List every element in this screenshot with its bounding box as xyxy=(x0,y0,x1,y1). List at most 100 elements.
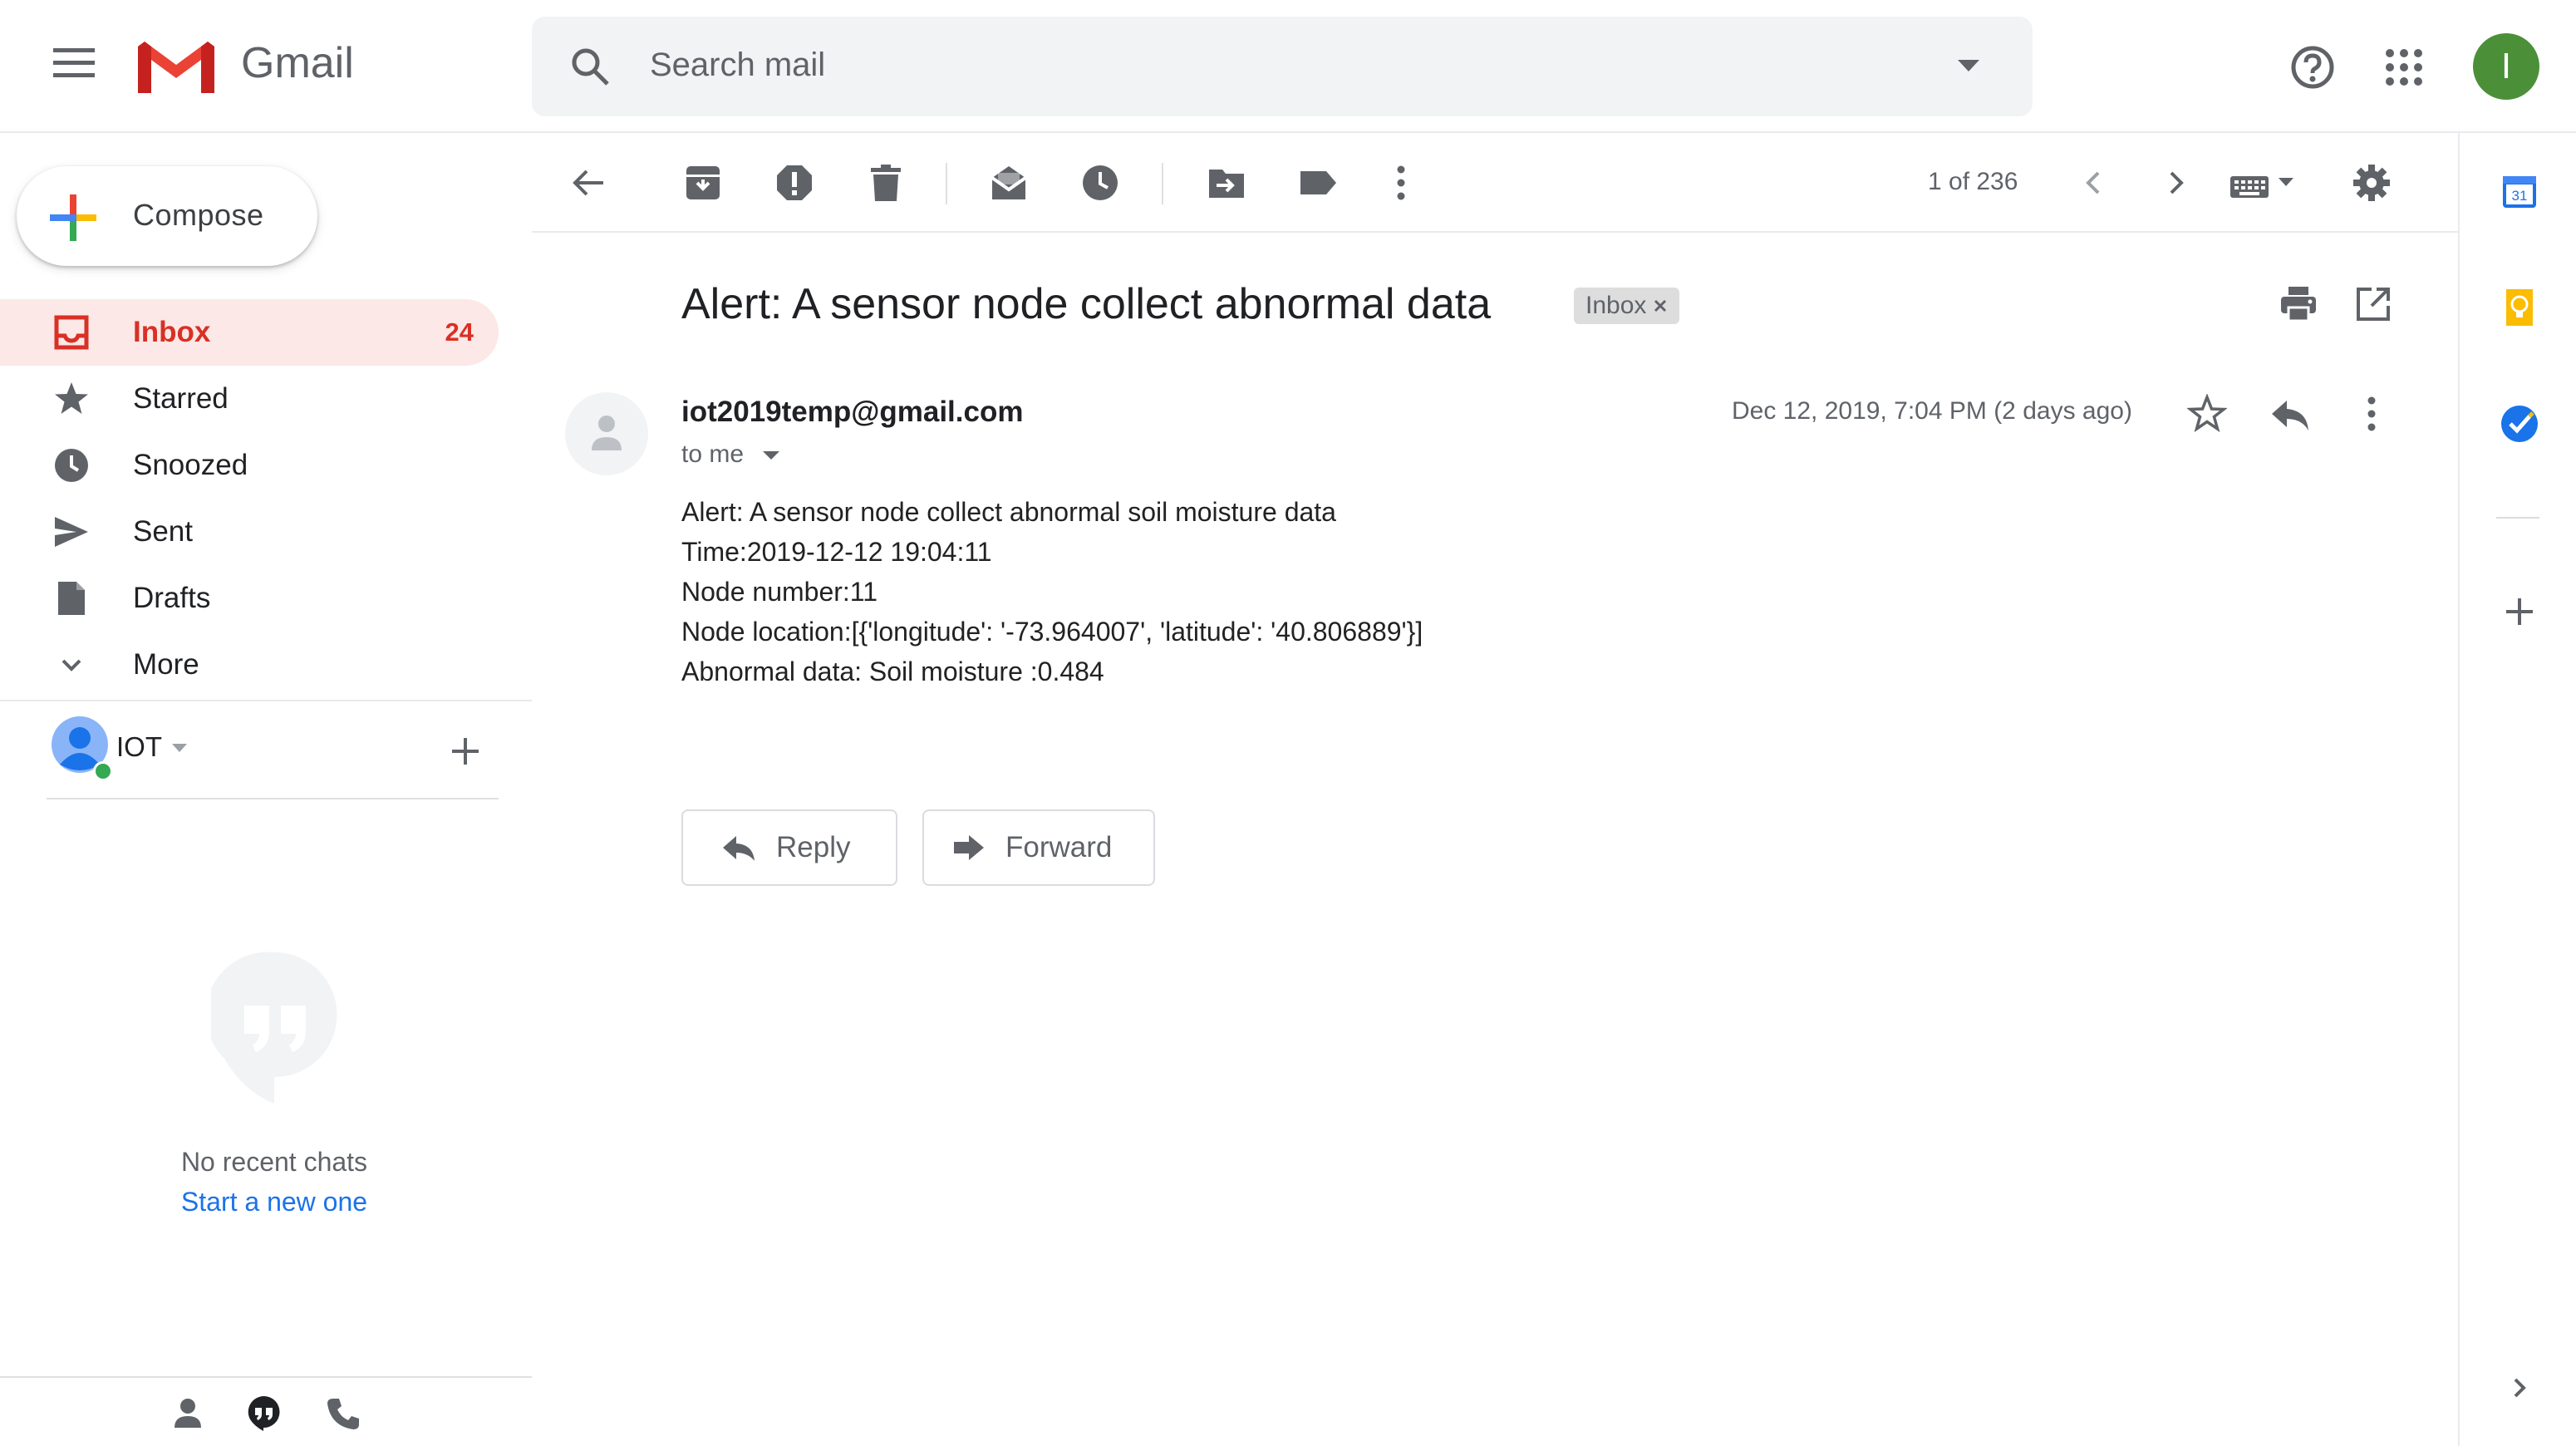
search-options-dropdown-icon[interactable] xyxy=(1956,58,1981,73)
top-header: Gmail Search mail I xyxy=(0,0,2576,133)
show-details-dropdown-icon[interactable] xyxy=(762,450,780,460)
message-date: Dec 12, 2019, 7:04 PM (2 days ago) xyxy=(1732,397,2132,425)
compose-plus-icon xyxy=(50,194,96,241)
body-line: Alert: A sensor node collect abnormal so… xyxy=(681,497,1336,527)
sender-avatar xyxy=(565,392,648,475)
recipient-summary[interactable]: to me xyxy=(681,440,780,469)
sender-email[interactable]: iot2019temp@gmail.com xyxy=(681,396,1023,429)
account-avatar[interactable]: I xyxy=(2473,33,2539,100)
contacts-person-icon[interactable] xyxy=(171,1396,204,1429)
toolbar-separator xyxy=(1162,163,1163,204)
delete-trash-icon[interactable] xyxy=(866,163,906,203)
message-more-options-icon[interactable] xyxy=(2352,394,2392,434)
message-body: Alert: A sensor node collect abnormal so… xyxy=(681,492,1423,691)
label-chip-text: Inbox xyxy=(1585,292,1647,319)
star-outline-icon[interactable] xyxy=(2187,394,2227,434)
reply-button[interactable]: Reply xyxy=(681,809,897,886)
footer-divider xyxy=(0,1376,532,1378)
hangouts-chat-icon[interactable] xyxy=(246,1394,283,1431)
sidebar-item-label: Sent xyxy=(133,515,193,548)
sidebar-item-label: Inbox xyxy=(133,316,211,348)
expand-panel-chevron-icon[interactable] xyxy=(2503,1371,2536,1404)
toolbar-separator xyxy=(946,163,947,204)
toolbar-divider xyxy=(532,231,2460,233)
status-dropdown-icon[interactable] xyxy=(171,743,188,753)
start-new-chat-link[interactable]: Start a new one xyxy=(0,1187,548,1217)
recipient-text: to me xyxy=(681,440,745,468)
star-icon xyxy=(53,381,90,417)
reply-label: Reply xyxy=(776,831,851,863)
snooze-clock-icon[interactable] xyxy=(1080,163,1120,203)
forward-arrow-icon xyxy=(952,834,986,862)
search-input[interactable]: Search mail xyxy=(650,47,825,84)
help-icon[interactable] xyxy=(2290,45,2335,90)
hangouts-avatar xyxy=(50,716,113,783)
newer-chevron-left-icon[interactable] xyxy=(2074,163,2114,203)
body-line: Node number:11 xyxy=(681,577,878,607)
body-line: Time:2019-12-12 19:04:11 xyxy=(681,537,992,567)
report-spam-icon[interactable] xyxy=(774,163,814,203)
inbox-label-chip: Inbox xyxy=(1574,288,1680,324)
settings-gear-icon[interactable] xyxy=(2352,163,2392,203)
draft-icon xyxy=(53,580,90,617)
move-to-icon[interactable] xyxy=(1207,163,1246,203)
compose-button[interactable]: Compose xyxy=(17,166,317,266)
more-options-icon[interactable] xyxy=(1381,163,1421,203)
inbox-icon xyxy=(53,314,90,351)
sidebar-item-label: More xyxy=(133,648,199,681)
search-bar[interactable]: Search mail xyxy=(532,17,2033,116)
input-tools-keyboard-icon[interactable] xyxy=(2229,170,2303,199)
compose-label: Compose xyxy=(133,198,264,232)
send-icon xyxy=(53,514,90,550)
body-line: Node location:[{'longitude': '-73.964007… xyxy=(681,617,1423,647)
keep-bulb-icon[interactable] xyxy=(2500,288,2539,327)
hangouts-user[interactable]: IOT xyxy=(47,716,499,799)
sidebar-item-label: Starred xyxy=(133,382,229,415)
phone-icon[interactable] xyxy=(326,1396,361,1431)
search-icon[interactable] xyxy=(570,47,610,86)
chevron-down-icon xyxy=(53,647,90,683)
archive-icon[interactable] xyxy=(683,163,723,203)
sidebar-divider xyxy=(0,700,532,701)
sidebar-item-label: Snoozed xyxy=(133,449,248,481)
app-name: Gmail xyxy=(241,39,354,87)
sidebar-item-starred[interactable]: Starred xyxy=(0,366,499,432)
forward-button[interactable]: Forward xyxy=(922,809,1155,886)
rail-divider xyxy=(2496,517,2539,519)
reply-arrow-icon[interactable] xyxy=(2269,394,2312,434)
mark-unread-icon[interactable] xyxy=(989,163,1029,203)
tasks-check-icon[interactable] xyxy=(2500,404,2539,444)
gmail-logo-icon[interactable] xyxy=(136,38,216,96)
main-menu-icon[interactable] xyxy=(53,47,95,80)
sidebar-item-more[interactable]: More xyxy=(0,632,499,698)
sidebar-item-label: Drafts xyxy=(133,582,211,614)
hangouts-quote-icon xyxy=(211,951,339,1104)
pagination-count: 1 of 236 xyxy=(1928,168,2018,195)
print-icon[interactable] xyxy=(2279,284,2318,324)
unread-count-badge: 24 xyxy=(445,317,474,347)
calendar-icon[interactable]: 31 xyxy=(2500,171,2539,211)
reply-arrow-icon xyxy=(721,833,756,863)
label-tag-icon[interactable] xyxy=(1298,163,1338,203)
forward-label: Forward xyxy=(1005,831,1113,863)
hangouts-user-name: IOT xyxy=(116,731,162,762)
default-person-icon xyxy=(590,414,623,454)
new-chat-plus-icon[interactable] xyxy=(449,735,482,768)
older-chevron-right-icon[interactable] xyxy=(2156,163,2195,203)
sidebar-item-drafts[interactable]: Drafts xyxy=(0,565,499,632)
back-arrow-icon[interactable] xyxy=(568,163,608,203)
calendar-date: 31 xyxy=(2512,188,2528,204)
sidebar-item-sent[interactable]: Sent xyxy=(0,499,499,565)
side-panel-divider xyxy=(2458,131,2460,1446)
clock-icon xyxy=(53,447,90,484)
body-line: Abnormal data: Soil moisture :0.484 xyxy=(681,657,1104,686)
no-chats-text: No recent chats xyxy=(180,1147,368,1177)
remove-label-close-icon[interactable] xyxy=(1653,298,1668,313)
hangouts-divider xyxy=(47,798,499,799)
apps-grid-icon[interactable] xyxy=(2385,48,2423,86)
get-addons-plus-icon[interactable] xyxy=(2503,595,2536,628)
open-new-window-icon[interactable] xyxy=(2353,284,2393,324)
sidebar-item-snoozed[interactable]: Snoozed xyxy=(0,432,499,499)
email-subject: Alert: A sensor node collect abnormal da… xyxy=(681,280,1492,328)
sidebar-item-inbox[interactable]: Inbox 24 xyxy=(0,299,499,366)
